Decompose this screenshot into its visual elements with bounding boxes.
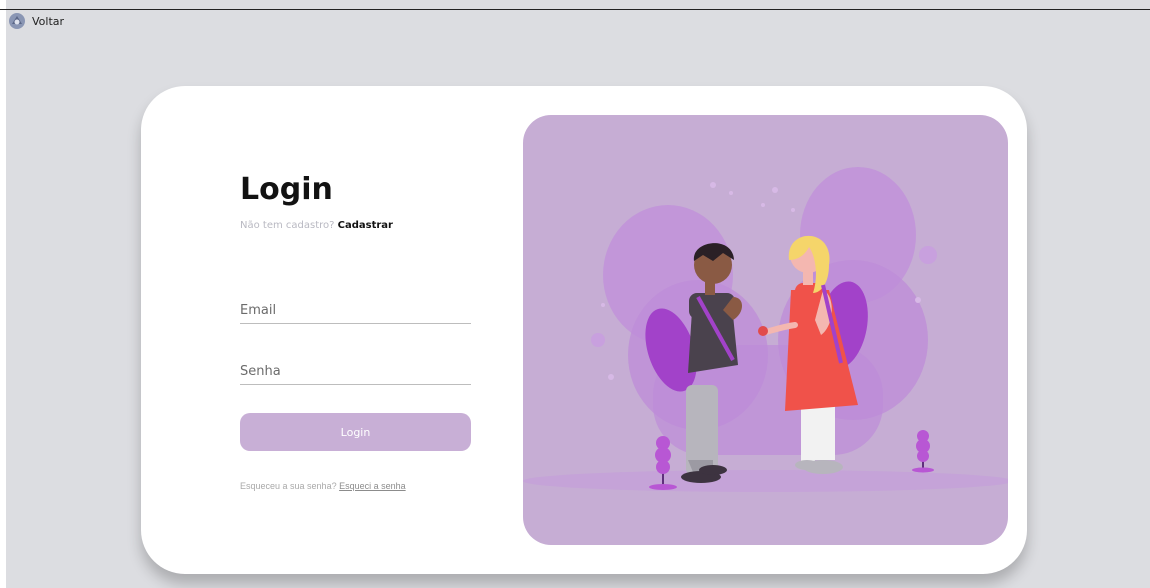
back-label: Voltar xyxy=(32,14,65,28)
login-button[interactable]: Login xyxy=(240,413,471,451)
app-logo-icon xyxy=(8,12,26,30)
login-card: Login Não tem cadastro? Cadastrar Login … xyxy=(141,86,1027,574)
forgot-password-link[interactable]: Esqueci a senha xyxy=(339,481,406,491)
page-title: Login xyxy=(240,172,333,207)
window-edge xyxy=(0,0,6,588)
signup-line: Não tem cadastro? Cadastrar xyxy=(240,220,393,231)
illustration-panel xyxy=(523,115,1008,545)
signup-prompt: Não tem cadastro? xyxy=(240,220,335,231)
back-link[interactable]: Voltar xyxy=(8,12,64,30)
email-field[interactable] xyxy=(240,297,471,324)
top-divider xyxy=(0,9,1150,10)
forgot-password-line: Esqueceu a sua senha? Esqueci a senha xyxy=(240,481,406,491)
children-illustration xyxy=(523,167,1008,492)
password-field[interactable] xyxy=(240,358,471,385)
forgot-password-prompt: Esqueceu a sua senha? xyxy=(240,481,337,491)
signup-link[interactable]: Cadastrar xyxy=(338,220,393,231)
